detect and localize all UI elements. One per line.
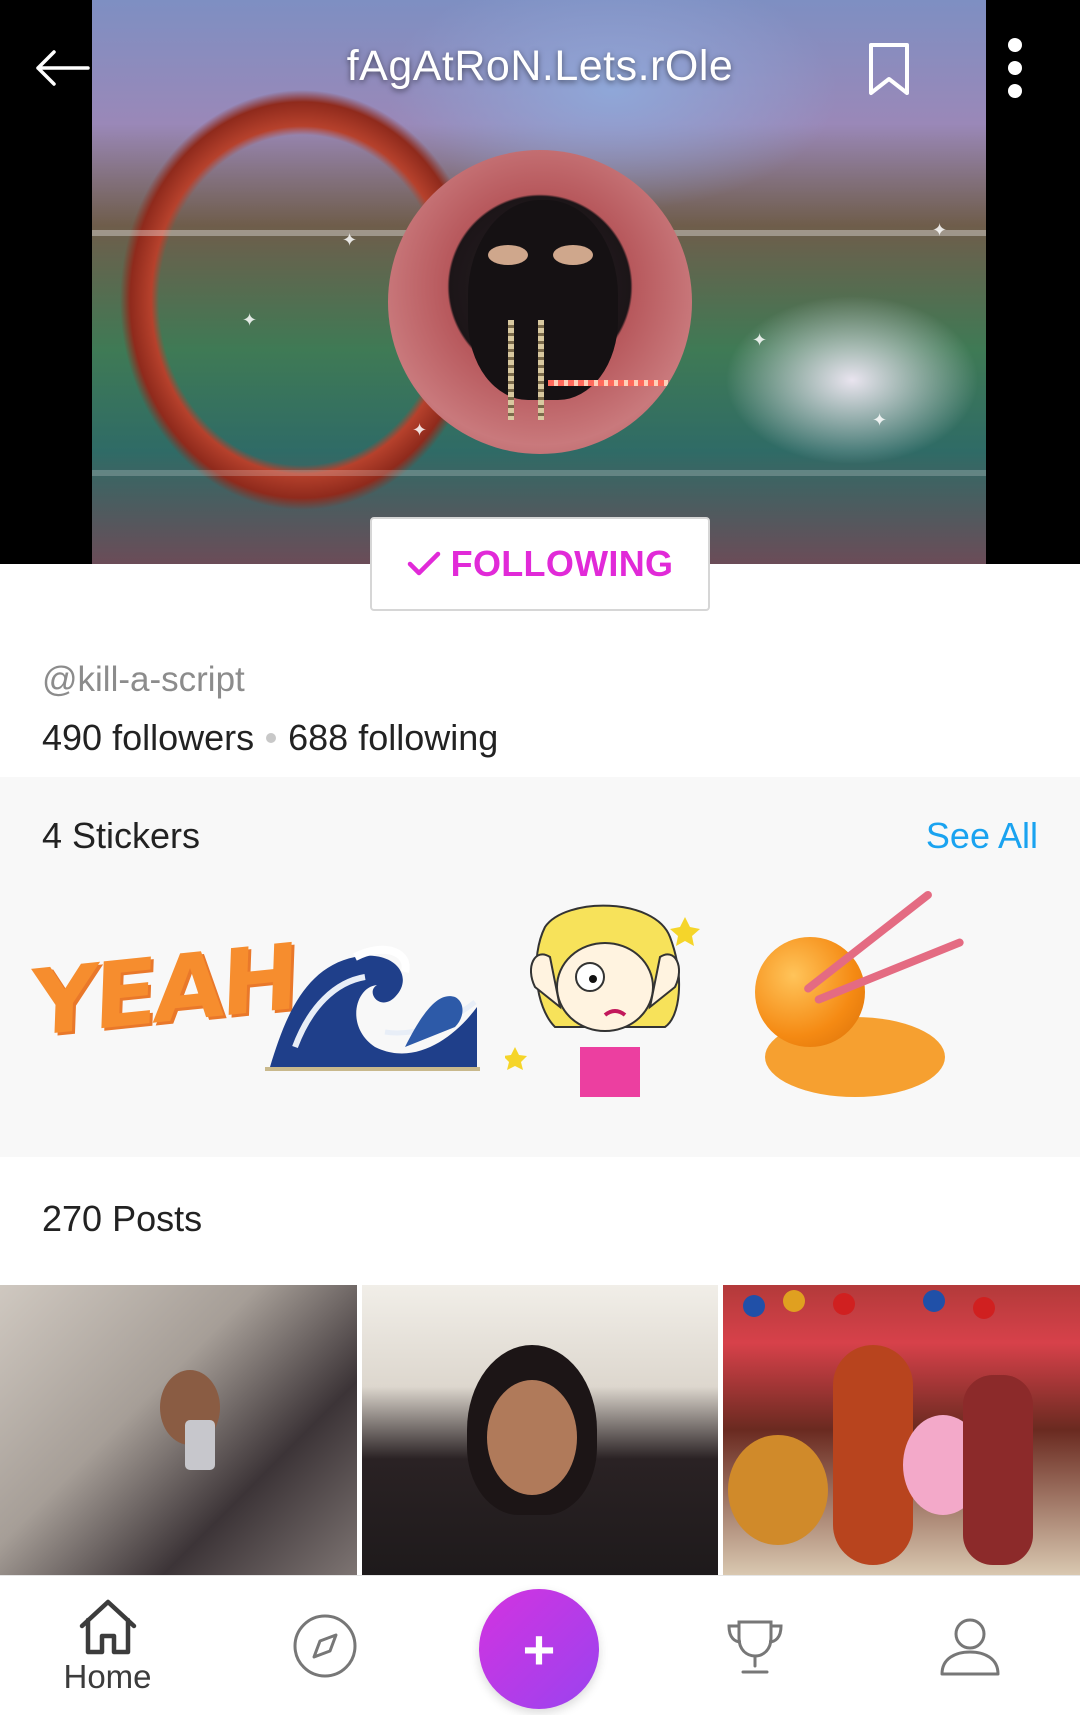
home-icon — [79, 1599, 136, 1655]
nav-profile[interactable] — [930, 1576, 1010, 1715]
nav-explore[interactable] — [285, 1576, 365, 1715]
cartoon-girl-sticker[interactable] — [503, 897, 715, 1097]
bookmark-button[interactable] — [862, 38, 916, 100]
see-all-link[interactable]: See All — [926, 815, 1038, 857]
orange-juice-sticker[interactable] — [735, 889, 965, 1097]
following-count[interactable]: 688 following — [288, 717, 498, 759]
post-thumbnail[interactable] — [0, 1285, 357, 1575]
post-thumbnail[interactable] — [361, 1285, 719, 1575]
yeah-sticker-text: YEAH — [28, 923, 297, 1058]
nav-leaderboard[interactable] — [715, 1576, 795, 1715]
posts-title: 270 Posts — [42, 1198, 203, 1239]
cartoon-girl-image — [503, 904, 700, 1097]
posts-grid — [0, 1285, 1080, 1575]
profile-avatar[interactable] — [388, 150, 692, 454]
wave-image — [265, 945, 480, 1071]
more-options-button[interactable] — [990, 34, 1040, 102]
great-wave-sticker[interactable] — [265, 897, 480, 1097]
page-title: fAgAtRoN.Lets.rOle — [346, 42, 734, 90]
user-icon — [940, 1618, 1000, 1676]
bookmark-icon — [869, 43, 909, 95]
nav-home[interactable]: Home — [50, 1576, 165, 1715]
stickers-title: 4 Stickers — [42, 815, 201, 856]
post-thumbnail[interactable] — [723, 1285, 1080, 1575]
nav-home-label: Home — [63, 1658, 152, 1695]
stickers-section: 4 Stickers See All YEAH — [0, 777, 1080, 1157]
create-post-button[interactable]: + — [479, 1589, 599, 1709]
following-label: FOLLOWING — [450, 543, 674, 584]
top-bar: fAgAtRoN.Lets.rOle — [0, 0, 1080, 140]
user-handle: @kill-a-script — [42, 660, 245, 699]
separator-dot — [266, 733, 277, 743]
following-button[interactable]: FOLLOWING — [370, 517, 710, 611]
yeah-sticker[interactable]: YEAH — [29, 897, 297, 1097]
compass-icon — [293, 1614, 357, 1678]
trophy-icon — [727, 1620, 783, 1674]
more-vertical-icon — [1008, 38, 1022, 52]
plus-icon: + — [522, 1617, 556, 1681]
follow-counts: 490 followers 688 following — [42, 717, 498, 759]
followers-count[interactable]: 490 followers — [42, 717, 254, 759]
checkmark-icon — [407, 551, 440, 576]
